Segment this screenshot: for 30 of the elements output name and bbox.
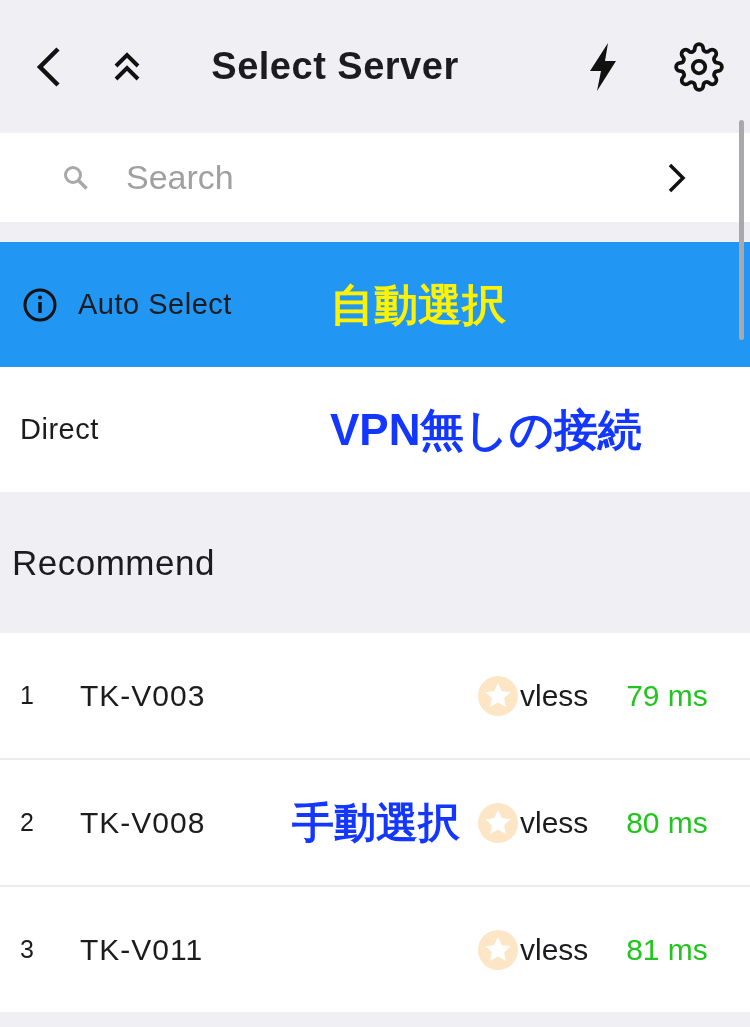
server-name: TK-V008 <box>80 805 206 840</box>
server-name: TK-V011 <box>80 932 204 967</box>
server-rank: 2 <box>20 808 35 837</box>
search-icon <box>62 163 90 192</box>
star-badge-icon <box>478 802 518 843</box>
mode-option[interactable]: Auto Select 自動選択 <box>0 242 750 367</box>
star-badge-icon <box>478 675 518 716</box>
server-row[interactable]: 2 TK-V008 手動選択 vless 80 ms <box>0 758 750 885</box>
server-row[interactable]: 1 TK-V003 vless 79 ms <box>0 633 750 758</box>
server-latency: 80 ms <box>625 805 709 840</box>
server-protocol: vless <box>520 932 590 967</box>
server-rank: 3 <box>20 935 35 964</box>
server-name: TK-V003 <box>80 678 206 713</box>
mode-label: Auto Select <box>78 288 232 321</box>
search-bar[interactable]: Search <box>0 133 750 222</box>
info-icon <box>22 286 58 323</box>
server-protocol: vless <box>520 805 590 840</box>
star-badge-icon <box>478 929 518 970</box>
page-title: Select Server <box>210 45 460 88</box>
mode-option[interactable]: Direct VPN無しの接続 <box>0 367 750 492</box>
server-rank: 1 <box>20 681 35 710</box>
server-protocol: vless <box>520 678 590 713</box>
server-row[interactable]: 3 TK-V011 vless 81 ms <box>0 885 750 1012</box>
section-heading: Recommend <box>12 542 215 583</box>
server-latency: 81 ms <box>625 932 709 967</box>
annotation-text: 自動選択 <box>330 278 506 330</box>
annotation-text: 手動選択 <box>292 797 460 848</box>
annotation-text: VPN無しの接続 <box>330 403 643 455</box>
mode-label: Direct <box>20 413 99 446</box>
server-latency: 79 ms <box>625 678 709 713</box>
